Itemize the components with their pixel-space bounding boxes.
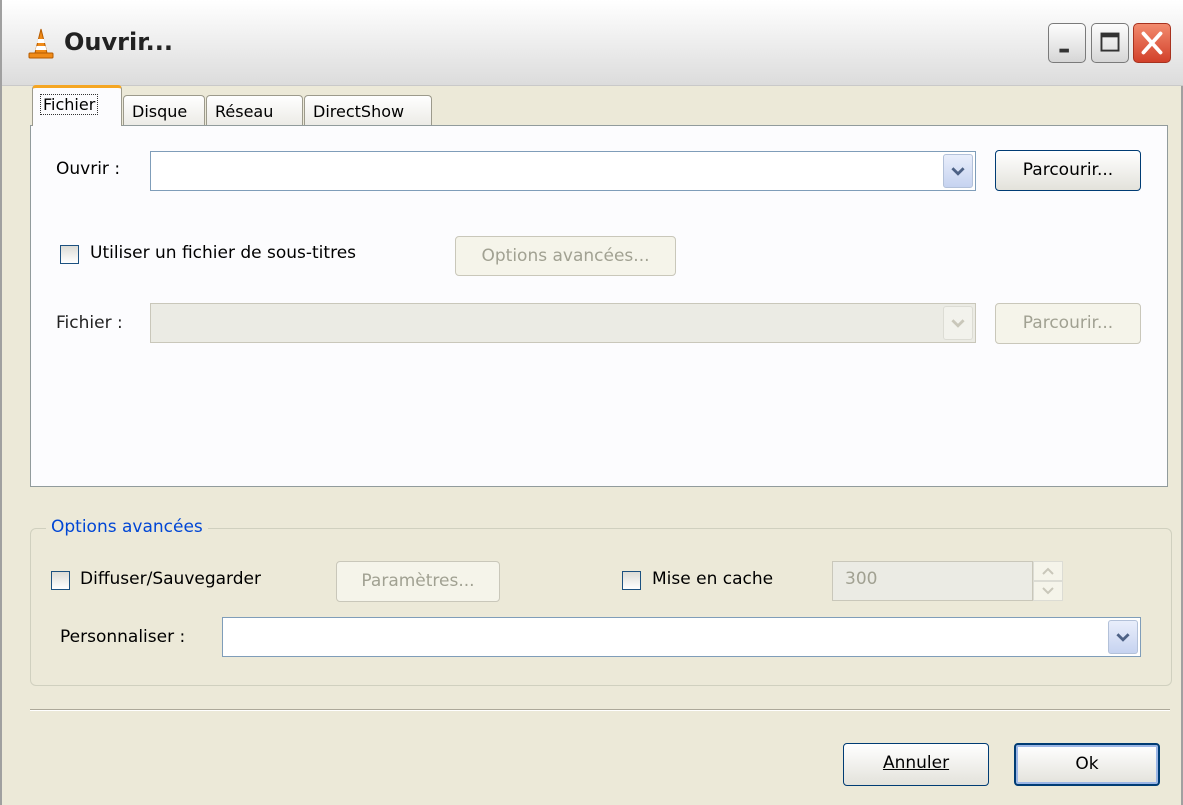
maximize-icon bbox=[1100, 32, 1120, 52]
minimize-icon bbox=[1059, 48, 1069, 53]
advanced-options-group bbox=[30, 528, 1172, 686]
subtitle-browse-button[interactable]: Parcourir... bbox=[995, 303, 1141, 344]
close-icon bbox=[1141, 31, 1163, 55]
ok-button-label: Ok bbox=[1075, 754, 1099, 774]
tab-fichier-label: Fichier bbox=[39, 94, 99, 115]
open-label: Ouvrir : bbox=[56, 159, 121, 179]
chevron-down-icon bbox=[951, 319, 965, 328]
stream-save-label: Diffuser/Sauvegarder bbox=[80, 569, 261, 589]
tab-reseau[interactable]: Réseau bbox=[206, 95, 303, 125]
cache-label: Mise en cache bbox=[652, 569, 774, 589]
maximize-button[interactable] bbox=[1091, 23, 1129, 63]
cancel-button[interactable]: Annuler bbox=[843, 743, 989, 786]
close-button[interactable] bbox=[1133, 23, 1171, 63]
subtitle-file-combobox[interactable] bbox=[150, 303, 976, 343]
tab-reseau-label: Réseau bbox=[215, 102, 274, 121]
tab-directshow-label: DirectShow bbox=[313, 102, 405, 121]
open-dropdown-button[interactable] bbox=[943, 154, 973, 188]
vlc-cone-icon bbox=[28, 28, 54, 59]
cache-checkbox[interactable] bbox=[622, 571, 641, 590]
cache-spinbox[interactable]: 300 bbox=[832, 561, 1033, 601]
minimize-button[interactable] bbox=[1048, 23, 1086, 63]
tab-fichier[interactable]: Fichier bbox=[32, 85, 122, 126]
ok-button[interactable]: Ok bbox=[1014, 743, 1160, 786]
customize-label: Personnaliser : bbox=[60, 627, 186, 647]
advanced-options-button[interactable]: Options avancées... bbox=[455, 236, 676, 276]
stream-save-checkbox[interactable] bbox=[51, 571, 70, 590]
tab-disque-label: Disque bbox=[132, 102, 188, 121]
chevron-down-icon bbox=[951, 167, 965, 176]
tab-disque[interactable]: Disque bbox=[123, 95, 205, 125]
advanced-options-title: Options avancées bbox=[46, 517, 208, 537]
subtitle-file-label: Fichier : bbox=[56, 313, 123, 333]
cancel-button-label: Annuler bbox=[882, 753, 950, 773]
title-bar[interactable]: Ouvrir... bbox=[2, 0, 1183, 86]
tab-directshow[interactable]: DirectShow bbox=[304, 95, 432, 125]
subtitle-checkbox[interactable] bbox=[60, 245, 79, 264]
subtitle-file-dropdown-button[interactable] bbox=[943, 306, 973, 340]
browse-button[interactable]: Parcourir... bbox=[995, 150, 1141, 191]
separator bbox=[30, 709, 1170, 711]
open-combobox[interactable] bbox=[150, 151, 976, 191]
window-title: Ouvrir... bbox=[64, 28, 173, 56]
cache-spinner-arrows-icon[interactable] bbox=[1033, 561, 1063, 601]
subtitle-checkbox-label: Utiliser un fichier de sous-titres bbox=[90, 243, 357, 263]
customize-combobox[interactable] bbox=[222, 617, 1141, 657]
open-dialog-window: Ouvrir... Fichier Disque Réseau DirectSh… bbox=[0, 0, 1183, 805]
customize-dropdown-button[interactable] bbox=[1108, 620, 1138, 654]
chevron-down-icon bbox=[1116, 633, 1130, 642]
settings-button[interactable]: Paramètres... bbox=[336, 561, 500, 602]
